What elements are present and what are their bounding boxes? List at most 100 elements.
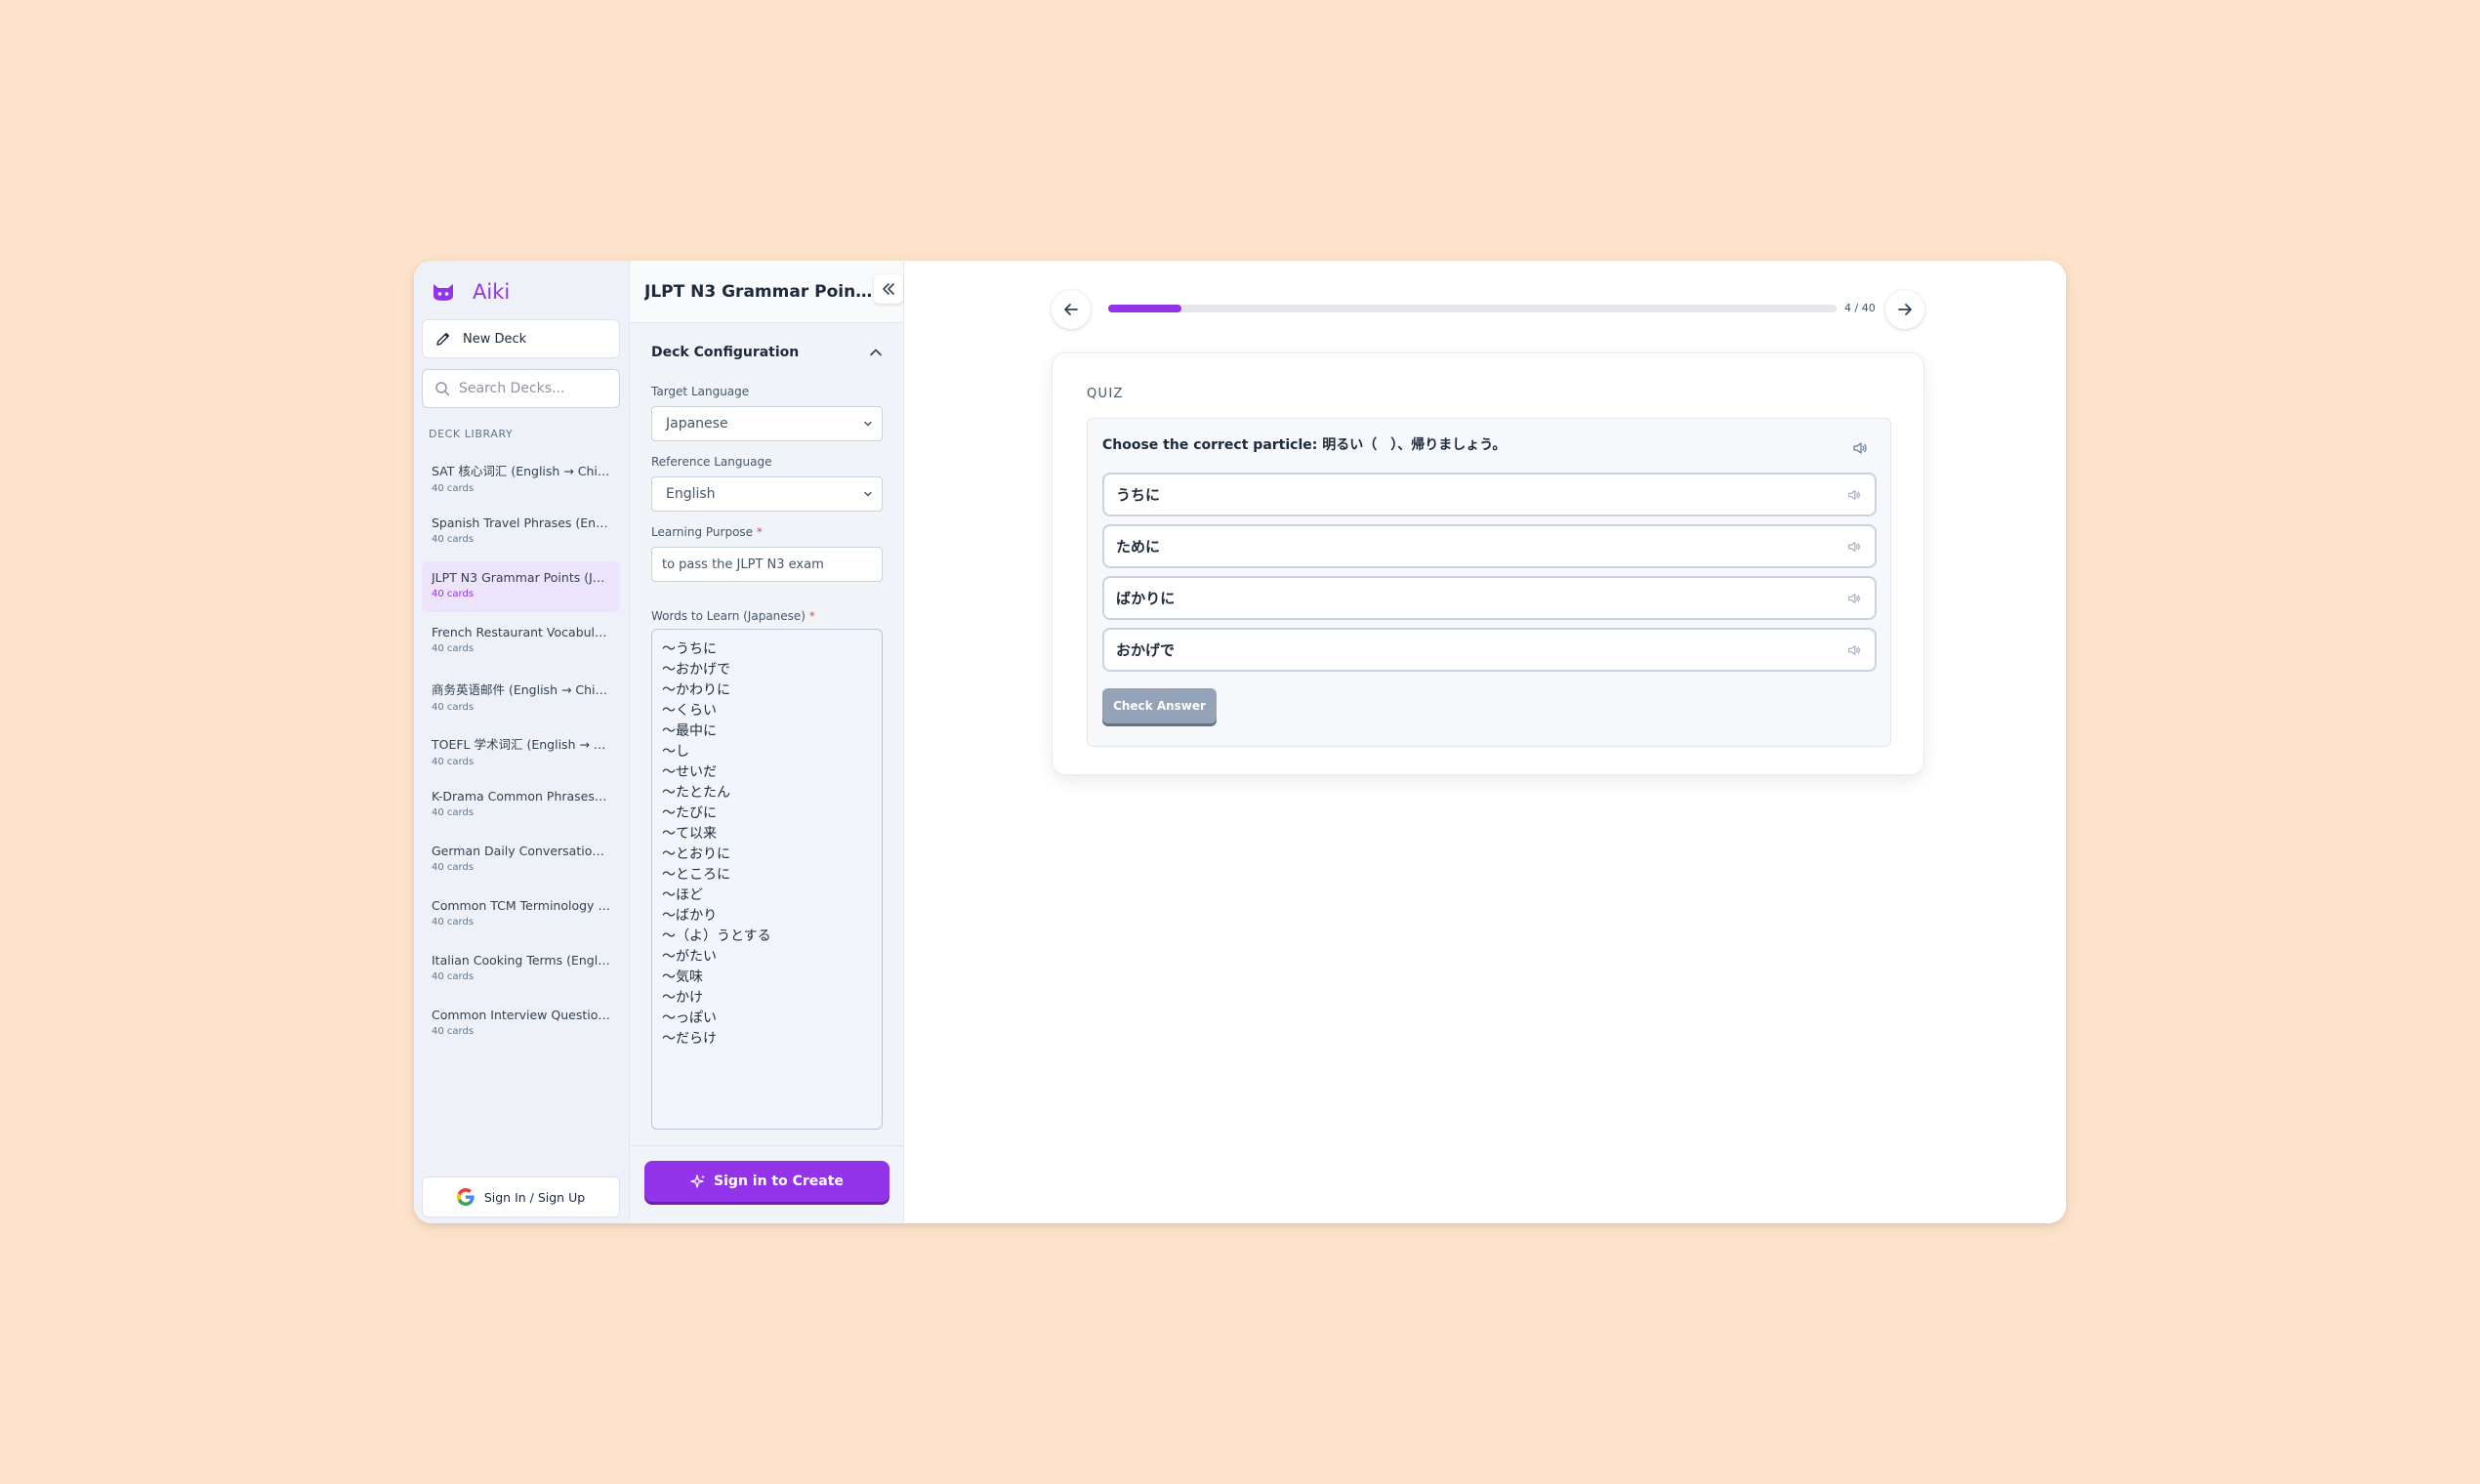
word-line: 〜うちに [662, 641, 717, 657]
deck-item[interactable]: Common Interview Questions (English) 40 … [422, 999, 620, 1050]
app-name: Aiki [473, 280, 511, 304]
deck-item[interactable]: German Daily Conversation (English → Ger… [422, 835, 620, 886]
search-icon [435, 382, 450, 396]
next-card-button[interactable] [1885, 290, 1924, 329]
answer-option[interactable]: ばかりに [1102, 576, 1877, 620]
learning-purpose-value: to pass the JLPT N3 exam [662, 556, 824, 572]
google-icon [456, 1188, 475, 1206]
quiz-area: 4 / 40 QUIZ Choose the correct particle:… [904, 261, 2066, 1223]
question-box: Choose the correct particle: 明るい（ ）、帰りまし… [1087, 418, 1891, 747]
deck-item[interactable]: 商务英语邮件 (English → Chinese) 40 cards [422, 671, 620, 721]
search-box[interactable] [422, 369, 620, 408]
deck-item[interactable]: Common TCM Terminology (Chinese → Englis… [422, 889, 620, 940]
deck-card-count: 40 cards [432, 757, 475, 767]
speaker-icon[interactable] [1852, 440, 1868, 456]
deck-card-count: 40 cards [432, 971, 475, 982]
words-to-learn-label: Words to Learn (Japanese) * [651, 609, 815, 623]
chevron-down-icon [864, 491, 872, 497]
words-to-learn-textarea[interactable]: 〜うちに 〜おかげで 〜かわりに 〜くらい 〜最中に 〜し 〜せいだ 〜たとたん… [651, 629, 883, 1130]
sign-in-to-create-label: Sign in to Create [714, 1174, 844, 1189]
deck-card-count: 40 cards [432, 807, 475, 818]
deck-name: Common Interview Questions (English) [432, 1008, 610, 1022]
word-line: 〜ばかり [662, 908, 718, 924]
new-deck-button[interactable]: New Deck [422, 319, 620, 358]
check-answer-button[interactable]: Check Answer [1102, 688, 1217, 723]
deck-item[interactable]: Italian Cooking Terms (English → Italian… [422, 944, 620, 995]
brand[interactable]: Aiki [431, 277, 510, 307]
deck-card-count: 40 cards [432, 702, 475, 713]
chevron-up-icon [870, 349, 882, 356]
answer-option[interactable]: ために [1102, 524, 1877, 568]
deck-card-count: 40 cards [432, 534, 475, 545]
target-language-label: Target Language [651, 385, 750, 398]
speaker-icon[interactable] [1847, 592, 1861, 605]
deck-name: Common TCM Terminology (Chinese → Englis… [432, 898, 610, 913]
word-line: 〜がたい [662, 949, 717, 965]
deck-item[interactable]: SAT 核心词汇 (English → Chinese) 40 cards [422, 452, 620, 503]
deck-list: SAT 核心词汇 (English → Chinese) 40 cards Sp… [422, 452, 620, 1053]
sidebar: Aiki New Deck DECK LIBRARY SAT 核心词汇 (Eng… [414, 261, 630, 1223]
search-input[interactable] [459, 381, 605, 396]
quiz-card: QUIZ Choose the correct particle: 明るい（ ）… [1052, 352, 1924, 775]
cat-logo-icon [434, 284, 453, 301]
reference-language-label: Reference Language [651, 455, 772, 469]
target-language-select[interactable]: Japanese [651, 406, 883, 441]
deck-item[interactable]: TOEFL 学术词汇 (English → Chinese) 40 cards [422, 725, 620, 776]
answer-option-text: うちに [1116, 486, 1161, 504]
word-line: 〜くらい [662, 703, 717, 719]
deck-name: K-Drama Common Phrases (English → Korean… [432, 789, 610, 804]
word-line: 〜おかげで [662, 662, 730, 678]
double-chevron-left-icon [883, 283, 894, 295]
config-section-toggle[interactable]: Deck Configuration [651, 345, 883, 360]
deck-card-count: 40 cards [432, 862, 475, 873]
pencil-icon [436, 332, 450, 346]
speaker-icon[interactable] [1847, 488, 1861, 502]
sign-in-to-create-button[interactable]: Sign in to Create [644, 1161, 889, 1202]
deck-library-heading: DECK LIBRARY [429, 428, 514, 440]
deck-item[interactable]: French Restaurant Vocabulary (English → … [422, 616, 620, 667]
deck-card-count: 40 cards [432, 483, 475, 494]
section-title: Deck Configuration [651, 345, 800, 360]
collapse-panel-button[interactable] [874, 274, 903, 304]
deck-card-count: 40 cards [432, 643, 475, 654]
required-mark: * [808, 609, 815, 623]
progress-bar [1108, 305, 1837, 312]
word-line: 〜最中に [662, 723, 717, 739]
chevron-down-icon [864, 421, 872, 427]
sign-in-button[interactable]: Sign In / Sign Up [422, 1176, 620, 1217]
quiz-label: QUIZ [1087, 387, 1124, 401]
deck-name: Spanish Travel Phrases (English → Spanis… [432, 515, 610, 530]
word-line: 〜たびに [662, 805, 717, 821]
reference-language-value: English [666, 486, 716, 502]
word-line: 〜気味 [662, 969, 703, 985]
target-language-value: Japanese [666, 416, 728, 432]
answer-option-text: ために [1116, 538, 1161, 556]
word-line: 〜ほど [662, 887, 703, 903]
word-line: 〜せいだ [662, 764, 717, 780]
deck-item-active[interactable]: JLPT N3 Grammar Points (Japanese) 40 car… [422, 561, 620, 612]
sparkle-icon [690, 1175, 706, 1188]
deck-config-panel: JLPT N3 Grammar Points (Japanese) Deck C… [630, 261, 904, 1223]
deck-card-count: 40 cards [432, 589, 475, 599]
config-header: JLPT N3 Grammar Points (Japanese) [630, 261, 903, 323]
speaker-icon[interactable] [1847, 540, 1861, 554]
answer-option-text: おかげで [1116, 641, 1176, 659]
deck-name: Italian Cooking Terms (English → Italian… [432, 953, 610, 968]
word-line: 〜て以来 [662, 826, 717, 842]
question-text: Choose the correct particle: 明るい（ ）、帰りまし… [1102, 437, 1507, 453]
progress-counter: 4 / 40 [1844, 302, 1876, 314]
reference-language-select[interactable]: English [651, 476, 883, 512]
word-line: 〜し [662, 744, 689, 760]
deck-item[interactable]: K-Drama Common Phrases (English → Korean… [422, 780, 620, 831]
answer-option[interactable]: うちに [1102, 473, 1877, 516]
deck-name: TOEFL 学术词汇 (English → Chinese) [432, 737, 610, 752]
new-deck-label: New Deck [463, 331, 527, 347]
word-line: 〜っぽい [662, 1010, 717, 1026]
previous-card-button[interactable] [1052, 290, 1091, 329]
deck-item[interactable]: Spanish Travel Phrases (English → Spanis… [422, 507, 620, 557]
answer-option-text: ばかりに [1116, 590, 1176, 607]
deck-name: French Restaurant Vocabulary (English → … [432, 625, 610, 639]
learning-purpose-input[interactable]: to pass the JLPT N3 exam [651, 547, 883, 582]
speaker-icon[interactable] [1847, 643, 1861, 657]
answer-option[interactable]: おかげで [1102, 628, 1877, 672]
